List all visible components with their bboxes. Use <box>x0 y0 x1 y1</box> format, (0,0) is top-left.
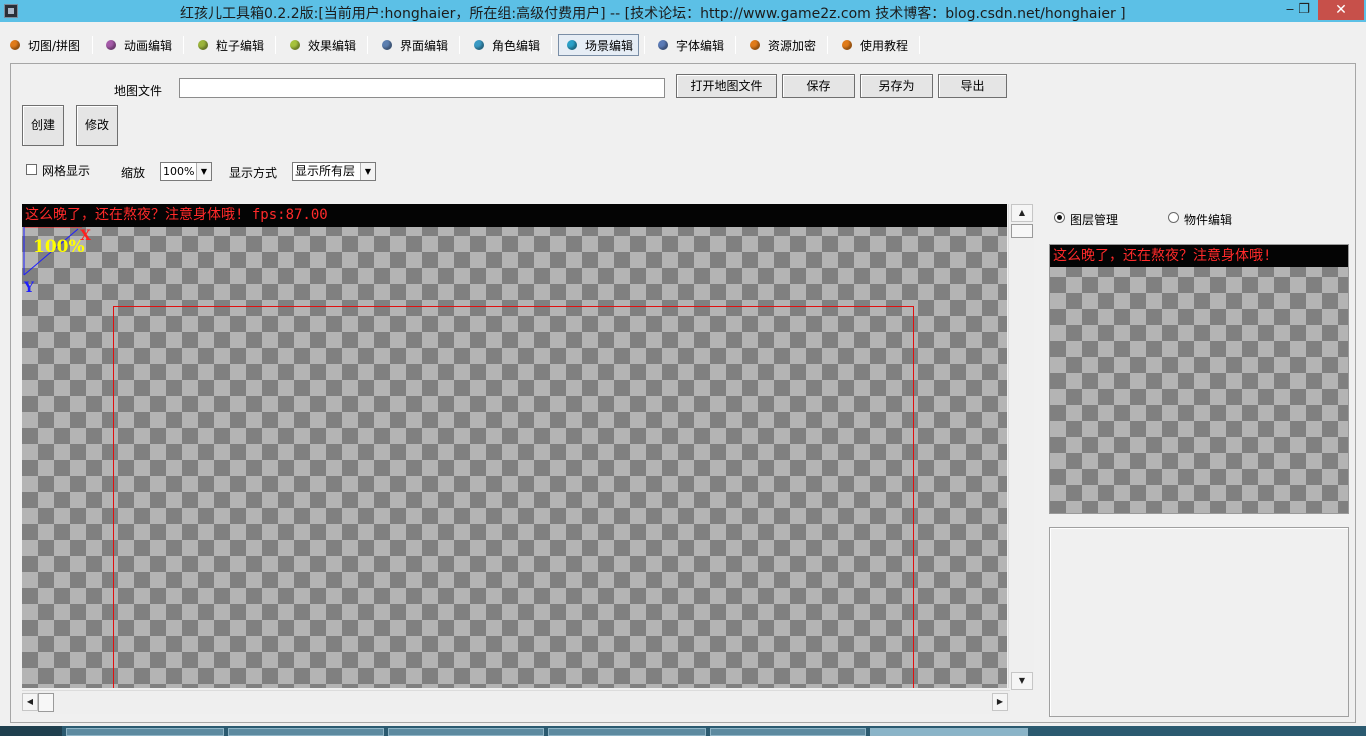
horizontal-scroll-thumb[interactable] <box>38 693 54 712</box>
taskbar-item[interactable] <box>66 728 224 736</box>
modify-button[interactable]: 修改 <box>76 105 118 146</box>
layer-preview[interactable]: 这么晚了，还在熬夜？注意身体哦! <box>1049 244 1349 514</box>
scroll-up-icon[interactable]: ▲ <box>1011 204 1033 222</box>
layer-manage-label: 图层管理 <box>1070 213 1119 227</box>
tab-animation-edit[interactable]: 动画编辑 <box>98 34 172 56</box>
map-file-field[interactable] <box>179 78 665 98</box>
vertical-scroll-thumb[interactable] <box>1011 224 1033 238</box>
chevron-down-icon[interactable]: ▼ <box>196 163 211 180</box>
tab-particle-edit[interactable]: 粒子编辑 <box>190 34 264 56</box>
particle-icon <box>198 40 208 50</box>
scroll-left-icon[interactable]: ◀ <box>22 693 38 711</box>
tab-label: 字体编辑 <box>676 38 725 53</box>
tab-separator <box>551 36 552 54</box>
tab-label: 角色编辑 <box>492 38 541 53</box>
tab-separator <box>827 36 828 54</box>
open-map-button[interactable]: 打开地图文件 <box>676 74 777 98</box>
tab-ui-edit[interactable]: 界面编辑 <box>374 34 448 56</box>
taskbar-item[interactable] <box>548 728 706 736</box>
display-mode-value: 显示所有层 <box>295 164 356 178</box>
tab-label: 效果编辑 <box>308 38 357 53</box>
grid-label: 网格显示 <box>42 164 91 178</box>
tab-separator <box>367 36 368 54</box>
object-edit-radio[interactable] <box>1168 212 1179 223</box>
tab-label: 使用教程 <box>860 38 909 53</box>
export-button[interactable]: 导出 <box>938 74 1007 98</box>
taskbar-item[interactable] <box>710 728 866 736</box>
tab-label: 切图/拼图 <box>28 38 81 53</box>
zoom-value: 100% <box>163 165 195 178</box>
create-button[interactable]: 创建 <box>22 105 64 146</box>
tab-separator <box>183 36 184 54</box>
tab-effect-edit[interactable]: 效果编辑 <box>282 34 356 56</box>
scroll-down-icon[interactable]: ▼ <box>1011 672 1033 690</box>
module-toolbar: 切图/拼图 动画编辑 粒子编辑 效果编辑 界面编辑 角色编辑 场景编辑 字体编辑… <box>0 30 1366 60</box>
save-button[interactable]: 保存 <box>782 74 855 98</box>
zoom-indicator: 100% <box>33 237 85 257</box>
layer-manage-radio[interactable] <box>1054 212 1065 223</box>
tab-tutorial[interactable]: 使用教程 <box>834 34 908 56</box>
font-icon <box>658 40 668 50</box>
canvas-status-banner: 这么晚了，还在熬夜？注意身体哦! fps:87.00 <box>22 204 1007 227</box>
tab-resource-encrypt[interactable]: 资源加密 <box>742 34 816 56</box>
start-button[interactable] <box>0 726 62 736</box>
tab-label: 粒子编辑 <box>216 38 265 53</box>
app-icon[interactable] <box>4 4 18 18</box>
encrypt-icon <box>750 40 760 50</box>
x-axis-label: X <box>80 228 91 244</box>
object-edit-label: 物件编辑 <box>1184 213 1233 227</box>
tab-slice-stitch[interactable]: 切图/拼图 <box>2 34 80 56</box>
canvas-horizontal-scrollbar[interactable]: ◀ ▶ <box>22 690 1010 714</box>
tab-separator <box>275 36 276 54</box>
os-taskbar <box>0 726 1366 736</box>
tab-separator <box>735 36 736 54</box>
effect-icon <box>290 40 300 50</box>
slice-icon <box>10 40 20 50</box>
tab-separator <box>919 36 920 54</box>
map-bounds-rect <box>113 306 914 688</box>
taskbar-item[interactable] <box>388 728 544 736</box>
tab-label: 场景编辑 <box>585 38 634 53</box>
window-title: 红孩儿工具箱0.2.2版:[当前用户:honghaier，所在组:高级付费用户]… <box>180 6 1126 22</box>
scroll-right-icon[interactable]: ▶ <box>992 693 1008 711</box>
title-bar: 红孩儿工具箱0.2.2版:[当前用户:honghaier，所在组:高级付费用户]… <box>0 0 1366 22</box>
preview-status-banner: 这么晚了，还在熬夜？注意身体哦! <box>1050 245 1348 267</box>
character-icon <box>474 40 484 50</box>
taskbar-item[interactable] <box>228 728 384 736</box>
grid-checkbox[interactable] <box>26 164 37 175</box>
tab-font-edit[interactable]: 字体编辑 <box>650 34 724 56</box>
scene-icon <box>567 40 577 50</box>
zoom-label: 缩放 <box>121 166 146 180</box>
chevron-down-icon[interactable]: ▼ <box>360 163 375 180</box>
display-mode-label: 显示方式 <box>229 166 278 180</box>
tab-character-edit[interactable]: 角色编辑 <box>466 34 540 56</box>
tutorial-icon <box>842 40 852 50</box>
tab-separator <box>459 36 460 54</box>
canvas-vertical-scrollbar[interactable]: ▲ ▼ <box>1008 204 1034 690</box>
close-button[interactable]: ✕ <box>1318 0 1364 20</box>
zoom-select[interactable]: 100% ▼ <box>160 162 212 181</box>
tab-label: 资源加密 <box>768 38 817 53</box>
properties-panel[interactable] <box>1049 527 1349 717</box>
tab-separator <box>644 36 645 54</box>
tab-separator <box>92 36 93 54</box>
tab-scene-edit[interactable]: 场景编辑 <box>558 34 639 56</box>
tab-label: 界面编辑 <box>400 38 449 53</box>
save-as-button[interactable]: 另存为 <box>860 74 933 98</box>
taskbar-item-active[interactable] <box>870 728 1028 736</box>
y-axis-label: Y <box>24 280 34 296</box>
restore-button[interactable]: ❐ <box>1290 0 1318 20</box>
scene-canvas[interactable]: 这么晚了，还在熬夜？注意身体哦! fps:87.00 100% X Y <box>22 204 1007 688</box>
map-file-label: 地图文件 <box>114 84 163 98</box>
animation-icon <box>106 40 116 50</box>
ui-icon <box>382 40 392 50</box>
display-mode-select[interactable]: 显示所有层 ▼ <box>292 162 376 181</box>
tab-label: 动画编辑 <box>124 38 173 53</box>
